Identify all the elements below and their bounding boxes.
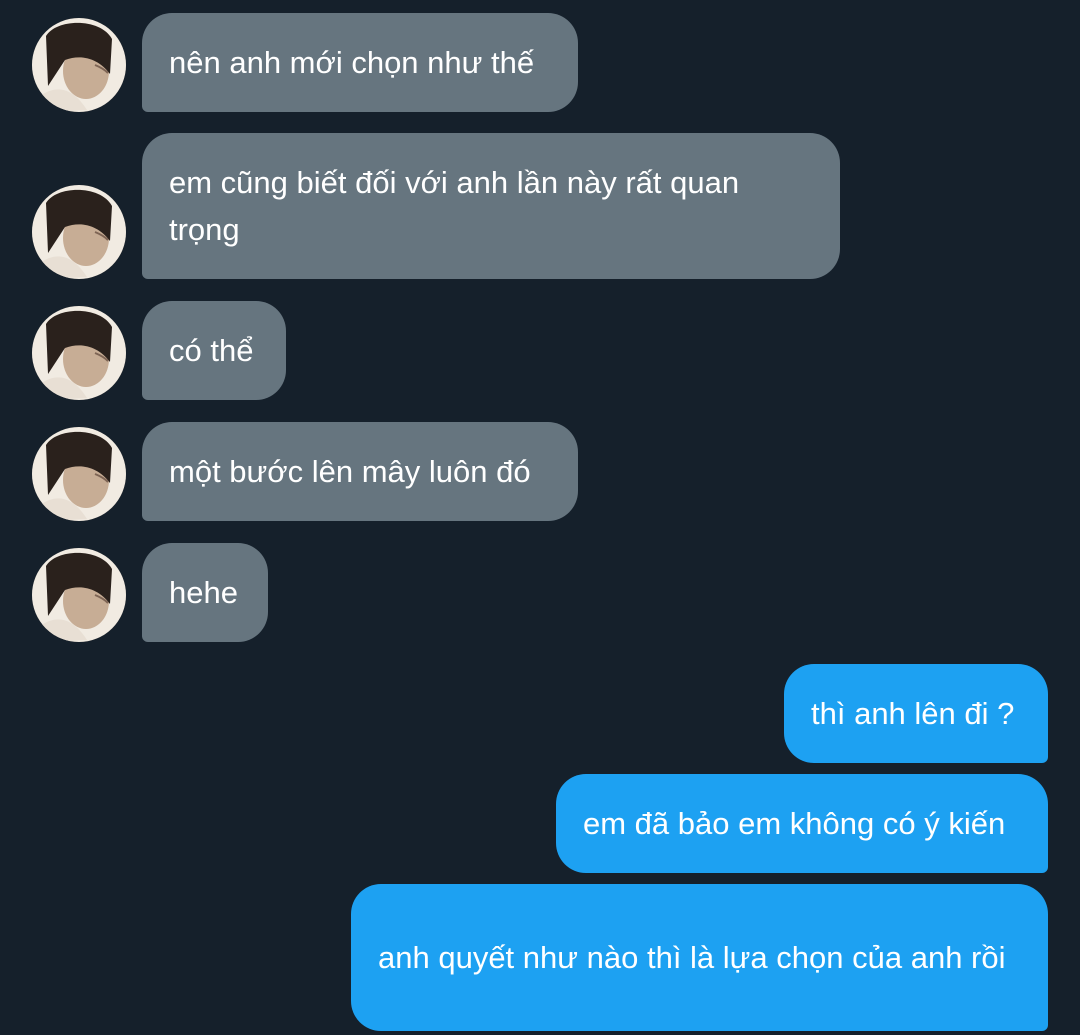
avatar[interactable] (32, 185, 126, 279)
message-text: một bước lên mây luôn đó (169, 454, 531, 489)
message-text: có thể (169, 333, 254, 368)
outgoing-message-bubble[interactable]: thì anh lên đi ? (784, 664, 1048, 763)
incoming-message-bubble[interactable]: em cũng biết đối với anh lần này rất qua… (142, 133, 840, 279)
outgoing-message-bubble[interactable]: em đã bảo em không có ý kiến (556, 774, 1048, 873)
message-text: anh quyết như nào thì là lựa chọn của an… (378, 940, 1006, 975)
message-text: hehe (169, 575, 238, 610)
incoming-message-bubble[interactable]: nên anh mới chọn như thế (142, 13, 578, 112)
message-text: nên anh mới chọn như thế (169, 45, 535, 80)
outgoing-message-bubble[interactable]: anh quyết như nào thì là lựa chọn của an… (351, 884, 1048, 1031)
avatar[interactable] (32, 427, 126, 521)
message-text: em đã bảo em không có ý kiến (583, 806, 1006, 841)
avatar[interactable] (32, 18, 126, 112)
avatar[interactable] (32, 306, 126, 400)
message-text: thì anh lên đi ? (811, 696, 1015, 731)
message-text: em cũng biết đối với anh lần này rất qua… (169, 165, 740, 247)
incoming-message-bubble[interactable]: một bước lên mây luôn đó (142, 422, 578, 521)
incoming-message-bubble[interactable]: hehe (142, 543, 268, 642)
avatar[interactable] (32, 548, 126, 642)
incoming-message-bubble[interactable]: có thể (142, 301, 286, 400)
chat-thread: nên anh mới chọn như thế em cũng biết đố… (0, 0, 1080, 1035)
